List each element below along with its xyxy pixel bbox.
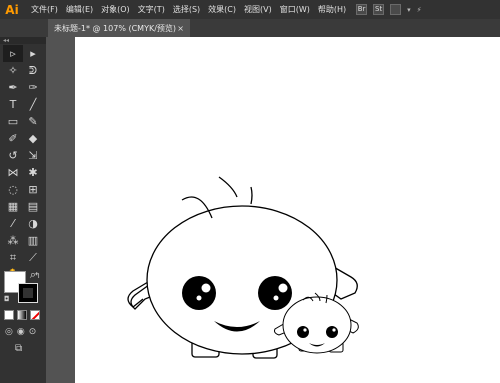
- illustrator-logo: Ai: [5, 2, 19, 17]
- magic-wand-tool-icon[interactable]: ✧: [3, 62, 23, 79]
- blend-tool-icon[interactable]: ◑: [23, 215, 43, 232]
- scale-tool-icon[interactable]: ⇲: [23, 147, 43, 164]
- draw-inside-icon[interactable]: ⊙: [29, 327, 37, 337]
- puppet-warp-tool-icon[interactable]: ✱: [23, 164, 43, 181]
- none-button[interactable]: [30, 310, 40, 320]
- tool-grid: ▹▸✧ᕲ✒✑T╱▭✎✐◆↺⇲⋈✱◌⊞▦▤⁄◑⁂▥⌗⟋✋⌕: [0, 44, 46, 284]
- draw-mode-buttons: ◎ ◉ ⊙: [5, 327, 36, 337]
- bridge-button[interactable]: Br: [356, 4, 368, 15]
- tools-panel: ◂◂ ▹▸✧ᕲ✒✑T╱▭✎✐◆↺⇲⋈✱◌⊞▦▤⁄◑⁂▥⌗⟋✋⌕ ↰ ◘ ◎ ◉ …: [0, 37, 46, 383]
- line-segment-tool-icon[interactable]: ╱: [23, 96, 43, 113]
- big-left-eye: [182, 276, 216, 310]
- screen-mode-icon[interactable]: ⧉: [15, 343, 22, 354]
- default-fill-stroke-icon[interactable]: ◘: [4, 295, 10, 303]
- swap-fill-stroke-icon[interactable]: ↰: [34, 271, 41, 280]
- gpu-performance-icon[interactable]: ⚡: [417, 6, 422, 14]
- menu-object[interactable]: 对象(O): [97, 0, 134, 19]
- panel-collapse-grip[interactable]: ◂◂: [0, 37, 46, 44]
- chevron-down-icon[interactable]: ▾: [407, 6, 411, 14]
- artboard-tool-icon[interactable]: ⌗: [3, 249, 23, 266]
- pen-tool-icon[interactable]: ✒: [3, 79, 23, 96]
- document-tab-bar: 未标题-1* @ 107% (CMYK/预览) ×: [0, 19, 500, 37]
- gradient-button[interactable]: [17, 310, 27, 320]
- menu-help[interactable]: 帮助(H): [314, 0, 350, 19]
- artwork: [127, 176, 359, 359]
- color-button[interactable]: [4, 310, 14, 320]
- menu-edit[interactable]: 编辑(E): [62, 0, 97, 19]
- shape-builder-tool-icon[interactable]: ◌: [3, 181, 23, 198]
- shaper-tool-icon[interactable]: ✐: [3, 130, 23, 147]
- stroke-swatch[interactable]: [18, 283, 38, 303]
- stock-button[interactable]: St: [373, 4, 385, 15]
- arrange-documents-icon[interactable]: [390, 4, 402, 15]
- rotate-tool-icon[interactable]: ↺: [3, 147, 23, 164]
- fill-stroke-control: ↰ ◘: [4, 271, 42, 307]
- document-tab[interactable]: 未标题-1* @ 107% (CMYK/预览) ×: [48, 19, 190, 37]
- perspective-grid-tool-icon[interactable]: ⊞: [23, 181, 43, 198]
- menu-effect[interactable]: 效果(C): [204, 0, 240, 19]
- big-hair-2: [218, 176, 238, 198]
- symbol-sprayer-tool-icon[interactable]: ⁂: [3, 232, 23, 249]
- document-tab-title: 未标题-1* @ 107% (CMYK/预览): [54, 23, 177, 33]
- menu-window[interactable]: 窗口(W): [276, 0, 314, 19]
- menu-type[interactable]: 文字(T): [134, 0, 169, 19]
- width-tool-icon[interactable]: ⋈: [3, 164, 23, 181]
- draw-normal-icon[interactable]: ◎: [5, 327, 13, 337]
- lasso-tool-icon[interactable]: ᕲ: [23, 62, 43, 79]
- color-mode-buttons: [4, 310, 40, 320]
- menu-right-controls: Br St ▾ ⚡: [356, 4, 422, 15]
- paintbrush-tool-icon[interactable]: ✎: [23, 113, 43, 130]
- type-tool-icon[interactable]: T: [3, 96, 23, 113]
- gradient-tool-icon[interactable]: ▤: [23, 198, 43, 215]
- menu-bar: Ai 文件(F) 编辑(E) 对象(O) 文字(T) 选择(S) 效果(C) 视…: [0, 0, 500, 19]
- menu-view[interactable]: 视图(V): [240, 0, 276, 19]
- menu-select[interactable]: 选择(S): [169, 0, 204, 19]
- curvature-tool-icon[interactable]: ✑: [23, 79, 43, 96]
- close-icon[interactable]: ×: [177, 24, 184, 33]
- rectangle-tool-icon[interactable]: ▭: [3, 113, 23, 130]
- eyedropper-tool-icon[interactable]: ⁄: [3, 215, 23, 232]
- mesh-tool-icon[interactable]: ▦: [3, 198, 23, 215]
- direct-selection-tool-icon[interactable]: ▸: [23, 45, 43, 62]
- slice-tool-icon[interactable]: ⟋: [23, 249, 43, 266]
- eraser-tool-icon[interactable]: ◆: [23, 130, 43, 147]
- draw-behind-icon[interactable]: ◉: [17, 327, 25, 337]
- menu-file[interactable]: 文件(F): [27, 0, 62, 19]
- big-hair-3: [250, 186, 253, 205]
- column-graph-tool-icon[interactable]: ▥: [23, 232, 43, 249]
- small-body: [282, 296, 352, 354]
- menu-items: 文件(F) 编辑(E) 对象(O) 文字(T) 选择(S) 效果(C) 视图(V…: [27, 0, 350, 19]
- selection-tool-icon[interactable]: ▹: [3, 45, 23, 62]
- big-right-eye: [258, 276, 292, 310]
- artboard[interactable]: [75, 37, 500, 383]
